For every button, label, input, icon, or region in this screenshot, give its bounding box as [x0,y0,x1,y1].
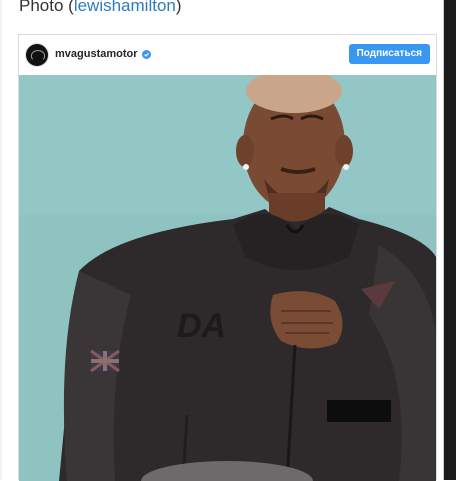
avatar[interactable] [26,44,48,66]
page-title: Photo (lewishamilton) [19,0,182,16]
jacket-brand-mark: DA [177,307,226,345]
username-wrap: mvagustamotor [55,48,151,60]
profile-link[interactable]: lewishamilton [74,0,176,15]
page-title-prefix: Photo ( [19,0,74,15]
verified-badge-icon [141,49,151,59]
page-title-suffix: ) [175,0,182,15]
username[interactable]: mvagustamotor [55,48,138,60]
post-header: mvagustamotor Подписаться [19,35,436,75]
window-edge [444,0,456,480]
redaction-block [327,400,391,422]
follow-button[interactable]: Подписаться [348,44,430,64]
